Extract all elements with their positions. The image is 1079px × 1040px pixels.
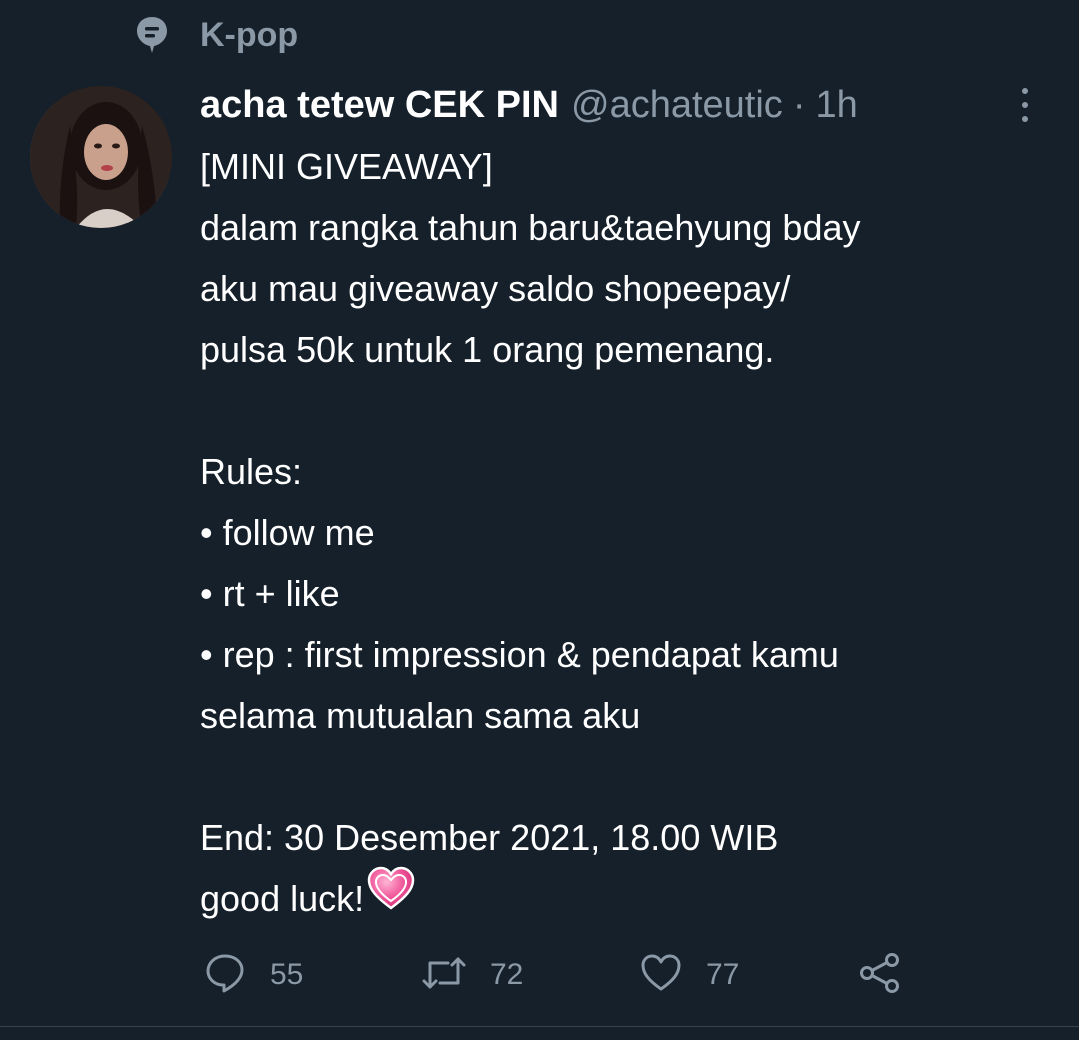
tweet-line: Rules:	[200, 451, 303, 492]
topic-icon	[134, 15, 170, 55]
retweet-button[interactable]: 72	[422, 946, 523, 1004]
tweet-line: [MINI GIVEAWAY]	[200, 146, 493, 187]
tweet-line: dalam rangka tahun baru&taehyung bday	[200, 207, 861, 248]
tweet-timestamp[interactable]: 1h	[815, 84, 857, 127]
tweet-line: End: 30 Desember 2021, 18.00 WIB	[200, 817, 779, 858]
tweet-line: aku mau giveaway saldo shopeepay/	[200, 268, 791, 309]
heart-emoji	[366, 865, 416, 929]
tweet-line	[200, 380, 1060, 441]
retweet-count: 72	[490, 958, 524, 991]
more-options-icon[interactable]	[1010, 84, 1040, 126]
user-handle[interactable]: @achateutic	[571, 84, 783, 127]
tweet-actions: 55 72 77	[200, 946, 1060, 1004]
like-count: 77	[706, 958, 740, 991]
avatar[interactable]	[30, 86, 172, 228]
like-button[interactable]: 77	[640, 946, 739, 1004]
reply-button[interactable]: 55	[204, 946, 303, 1004]
header-separator: ·	[792, 83, 806, 126]
reply-icon	[204, 952, 246, 999]
tweet-divider	[0, 1026, 1079, 1027]
tweet-line-last: good luck!	[200, 865, 1060, 929]
tweet-line: • follow me	[200, 512, 375, 553]
share-button[interactable]	[858, 946, 902, 1004]
tweet-line	[200, 746, 1060, 807]
tweet-header: acha tetew CEK PIN @achateutic · 1h	[200, 76, 1060, 134]
tweet-text: [MINI GIVEAWAY] dalam rangka tahun baru&…	[200, 136, 1060, 929]
topic-row[interactable]: K-pop	[134, 12, 298, 58]
like-icon	[640, 953, 682, 998]
tweet-line: • rep : first impression & pendapat kamu	[200, 634, 839, 675]
share-icon	[858, 952, 902, 999]
reply-count: 55	[270, 958, 304, 991]
tweet-line: • rt + like	[200, 573, 340, 614]
retweet-icon	[422, 953, 466, 998]
tweet-line: selama mutualan sama aku	[200, 695, 641, 736]
topic-label[interactable]: K-pop	[200, 16, 298, 55]
tweet-line: pulsa 50k untuk 1 orang pemenang.	[200, 329, 775, 370]
display-name[interactable]: acha tetew CEK PIN	[200, 84, 559, 127]
tweet-line-text: good luck!	[200, 878, 365, 919]
